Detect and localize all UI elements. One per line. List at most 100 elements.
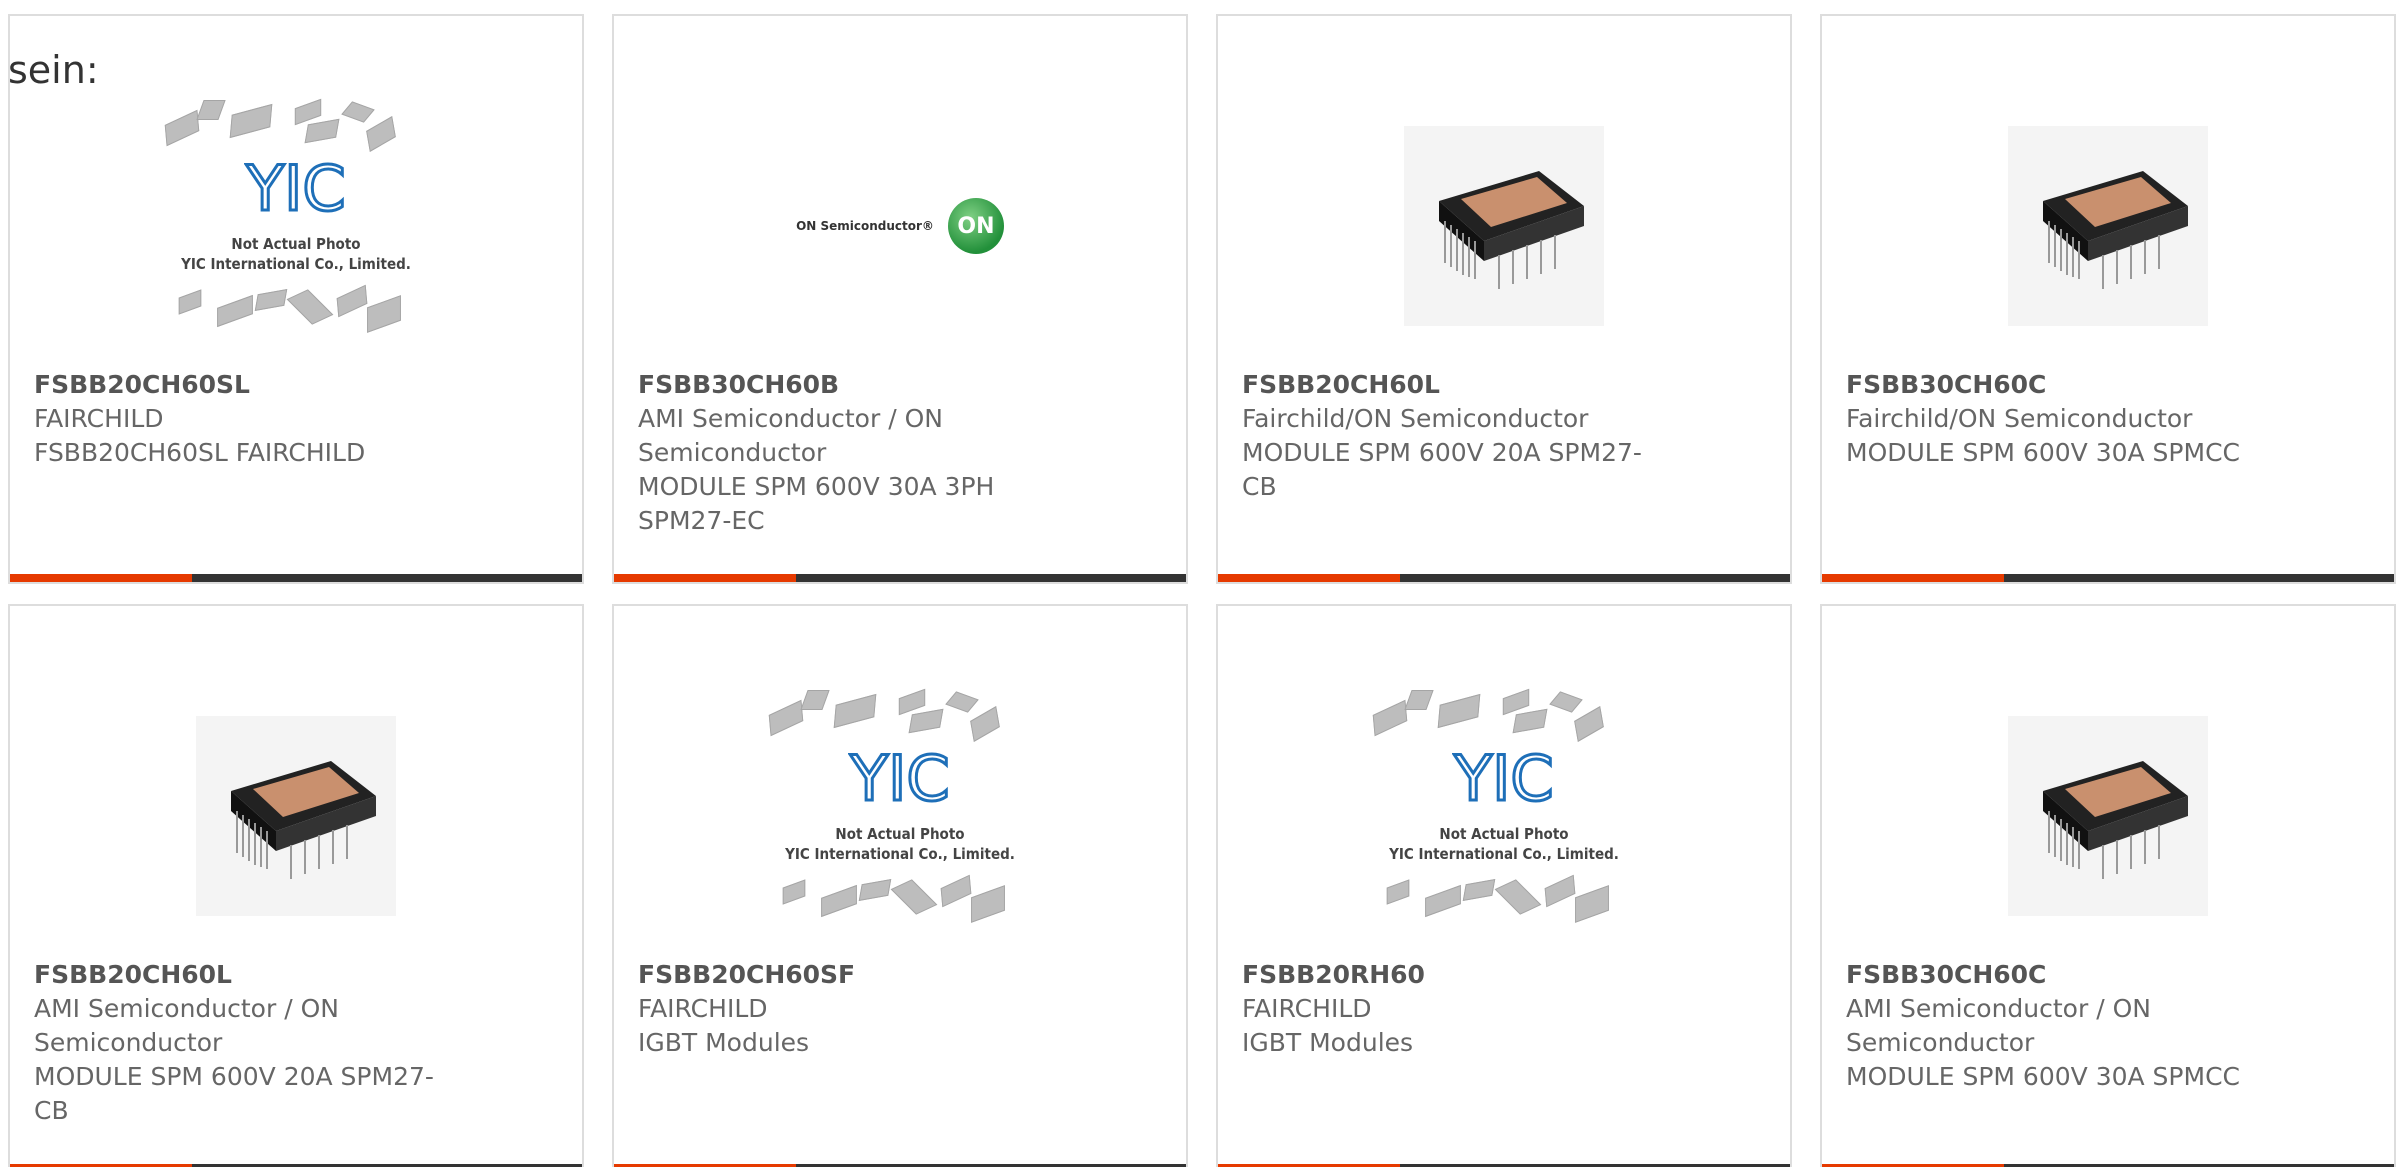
manufacturer-text: FAIRCHILD xyxy=(1242,994,1372,1023)
chip-graphic xyxy=(294,98,322,126)
yic-logo: YIC xyxy=(1452,741,1556,817)
card-bottom-bar xyxy=(1822,574,2394,582)
product-image[interactable] xyxy=(1822,686,2394,946)
product-card[interactable]: FSBB20CH60L Fairchild/ON Semiconductor MOD… xyxy=(1216,14,1792,584)
manufacturer-text: AMI Semiconductor / ON xyxy=(1846,994,2151,1023)
card-accent-bar xyxy=(1822,574,2004,582)
product-image[interactable]: ON Semiconductor® ON xyxy=(614,96,1186,356)
chip-graphic xyxy=(336,284,368,318)
product-card[interactable]: YIC Not Actual Photo YIC International Co.… xyxy=(1216,604,1792,1167)
svg-text:YIC: YIC xyxy=(849,742,949,812)
product-info: FSBB30CH60B AMI Semiconductor / ON Semicon… xyxy=(638,368,1078,538)
chip-graphic xyxy=(254,289,288,311)
chip-graphic xyxy=(1502,688,1530,716)
chip-graphic xyxy=(1386,879,1410,905)
part-number-link[interactable]: FSBB20CH60L xyxy=(1242,368,1682,402)
card-accent-bar xyxy=(1218,574,1400,582)
chip-graphic xyxy=(800,690,830,710)
part-number-link[interactable]: FSBB20RH60 xyxy=(1242,958,1682,992)
not-actual-photo-note: Not Actual Photo YIC International Co., L… xyxy=(156,234,436,274)
product-image[interactable]: YIC Not Actual Photo YIC International Co.… xyxy=(10,96,582,356)
chip-graphic xyxy=(1494,879,1542,915)
module-drawing xyxy=(1439,171,1584,289)
chip-graphic xyxy=(1404,690,1434,710)
card-bottom-bar xyxy=(10,574,582,582)
description-text: IGBT Modules xyxy=(1242,1028,1414,1057)
intro-text: sein: xyxy=(8,48,99,92)
description-text: MODULE SPM 600V 30A SPMCC xyxy=(1846,438,2240,467)
on-semiconductor-logo: ON Semiconductor® ON xyxy=(796,198,1004,254)
chip-graphic xyxy=(196,100,226,120)
ipm-module-photo xyxy=(2008,126,2208,326)
part-number-link[interactable]: FSBB30CH60C xyxy=(1846,368,2286,402)
product-info: FSBB30CH60C AMI Semiconductor / ON Semicon… xyxy=(1846,958,2286,1094)
product-card[interactable]: FSBB20CH60L AMI Semiconductor / ON Semicon… xyxy=(8,604,584,1167)
manufacturer-text: Fairchild/ON Semiconductor xyxy=(1846,404,2193,433)
note-line: Not Actual Photo xyxy=(231,235,361,253)
description-text: FSBB20CH60SL FAIRCHILD xyxy=(34,438,366,467)
chip-graphic xyxy=(971,885,1005,923)
part-number-link[interactable]: FSBB20CH60SF xyxy=(638,958,1078,992)
manufacturer-text: Semiconductor xyxy=(638,438,827,467)
part-number-link[interactable]: FSBB30CH60C xyxy=(1846,958,2286,992)
chip-graphic xyxy=(821,884,857,918)
chip-graphic xyxy=(178,289,202,315)
product-image[interactable] xyxy=(10,686,582,946)
chip-graphic xyxy=(1512,708,1548,734)
product-card[interactable]: FSBB30CH60C AMI Semiconductor / ON Semicon… xyxy=(1820,604,2396,1167)
product-info: FSBB20CH60L AMI Semiconductor / ON Semicon… xyxy=(34,958,474,1128)
product-card[interactable]: YIC Not Actual Photo YIC International Co.… xyxy=(8,14,584,584)
product-info: FSBB30CH60C Fairchild/ON Semiconductor MOD… xyxy=(1846,368,2286,470)
part-number-link[interactable]: FSBB20CH60L xyxy=(34,958,474,992)
chip-graphic xyxy=(217,294,253,328)
product-image[interactable]: YIC Not Actual Photo YIC International Co.… xyxy=(1218,686,1790,946)
note-line: Not Actual Photo xyxy=(1439,825,1569,843)
part-number-link[interactable]: FSBB20CH60SL xyxy=(34,368,474,402)
product-image[interactable] xyxy=(1822,96,2394,356)
product-card[interactable]: YIC Not Actual Photo YIC International Co.… xyxy=(612,604,1188,1167)
module-drawing xyxy=(2043,171,2188,289)
svg-text:YIC: YIC xyxy=(1453,742,1553,812)
chip-graphic xyxy=(1372,699,1408,737)
description-text: IGBT Modules xyxy=(638,1028,810,1057)
chip-graphic xyxy=(890,879,938,915)
on-logo-mark: ON xyxy=(947,198,1004,254)
chip-graphic xyxy=(1575,885,1609,923)
product-image[interactable] xyxy=(1218,96,1790,356)
chip-graphic xyxy=(164,109,200,147)
ipm-module-photo xyxy=(196,716,396,916)
product-info: FSBB20CH60L Fairchild/ON Semiconductor MOD… xyxy=(1242,368,1682,504)
description-text: CB xyxy=(34,1096,69,1125)
chip-graphic xyxy=(858,879,892,901)
manufacturer-text: Fairchild/ON Semiconductor xyxy=(1242,404,1589,433)
chip-graphic xyxy=(940,874,972,908)
card-accent-bar xyxy=(614,574,796,582)
module-drawing xyxy=(231,761,376,879)
chip-graphic xyxy=(1574,706,1604,742)
chip-graphic xyxy=(1544,874,1576,908)
ipm-module-photo xyxy=(2008,716,2208,916)
manufacturer-text: AMI Semiconductor / ON xyxy=(638,404,943,433)
description-text: MODULE SPM 600V 30A SPMCC xyxy=(1846,1062,2240,1091)
manufacturer-text: Semiconductor xyxy=(34,1028,223,1057)
product-card[interactable]: ON Semiconductor® ON FSBB30CH60B AMI Semico… xyxy=(612,14,1188,584)
not-actual-photo-note: Not Actual Photo YIC International Co., L… xyxy=(760,824,1040,864)
chip-graphic xyxy=(782,879,806,905)
product-info: FSBB20CH60SL FAIRCHILD FSBB20CH60SL FAIRCH… xyxy=(34,368,474,470)
module-drawing xyxy=(2043,761,2188,879)
description-text: CB xyxy=(1242,472,1277,501)
part-number-link[interactable]: FSBB30CH60B xyxy=(638,368,1078,402)
chip-graphic xyxy=(970,706,1000,742)
card-bottom-bar xyxy=(1218,574,1790,582)
yic-logo: YIC xyxy=(848,741,952,817)
chip-graphic xyxy=(366,116,396,152)
note-line: YIC International Co., Limited. xyxy=(1389,845,1619,863)
not-actual-photo-image: YIC Not Actual Photo YIC International Co.… xyxy=(1364,686,1644,946)
description-text: MODULE SPM 600V 20A SPM27- xyxy=(34,1062,434,1091)
chip-graphic xyxy=(229,103,273,139)
product-card[interactable]: FSBB30CH60C Fairchild/ON Semiconductor MOD… xyxy=(1820,14,2396,584)
chip-graphic xyxy=(1549,691,1583,713)
manufacturer-text: FAIRCHILD xyxy=(34,404,164,433)
chip-graphic xyxy=(304,118,340,144)
product-image[interactable]: YIC Not Actual Photo YIC International Co.… xyxy=(614,686,1186,946)
